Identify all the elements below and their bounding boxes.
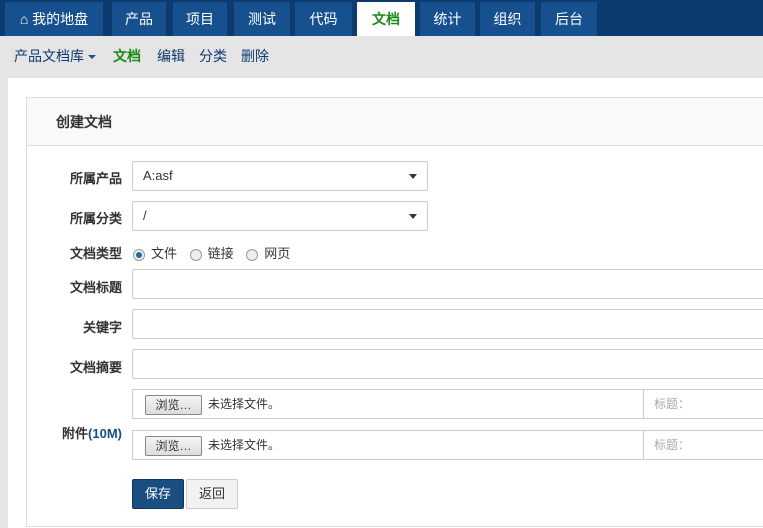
radio-page[interactable]: 网页: [245, 246, 290, 261]
sub-nav: 产品文档库 文档 编辑 分类 删除: [0, 36, 763, 76]
back-button[interactable]: 返回: [186, 479, 239, 509]
subnav-doc[interactable]: 文档: [113, 36, 141, 76]
browse-button[interactable]: 浏览…: [145, 395, 202, 415]
subnav-category[interactable]: 分类: [199, 36, 227, 76]
chevron-down-icon: [409, 174, 417, 179]
file-status: 未选择文件。: [208, 397, 281, 411]
category-label: 所属分类: [69, 211, 122, 226]
file-status: 未选择文件。: [208, 438, 281, 452]
radio-link[interactable]: 链接: [189, 246, 234, 261]
save-button[interactable]: 保存: [132, 479, 185, 509]
tab-test[interactable]: 测试: [234, 2, 290, 36]
summary-input[interactable]: [132, 349, 763, 379]
file-row: 浏览… 未选择文件。 标题：: [132, 430, 763, 460]
tab-project[interactable]: 项目: [173, 2, 227, 36]
browse-button[interactable]: 浏览…: [145, 436, 202, 456]
tab-product[interactable]: 产品: [112, 2, 166, 36]
tab-org[interactable]: 组织: [480, 2, 535, 36]
radio-file[interactable]: 文件: [132, 246, 177, 261]
title-label: 文档标题: [69, 280, 122, 295]
tab-doc[interactable]: 文档: [357, 2, 415, 36]
subnav-edit[interactable]: 编辑: [157, 36, 185, 76]
tab-admin[interactable]: 后台: [541, 2, 597, 36]
keywords-label: 关键字: [82, 320, 122, 335]
file-title-input[interactable]: 标题：: [643, 390, 763, 418]
category-select[interactable]: /: [132, 201, 428, 231]
tab-stats[interactable]: 统计: [420, 2, 475, 36]
title-input[interactable]: [132, 269, 763, 299]
subnav-delete[interactable]: 删除: [241, 36, 269, 76]
keywords-input[interactable]: [132, 309, 763, 339]
type-label: 文档类型: [69, 246, 122, 261]
home-icon: ⌂: [19, 11, 33, 27]
tab-my[interactable]: ⌂ 我的地盘: [5, 2, 103, 36]
library-dropdown[interactable]: 产品文档库: [14, 36, 96, 76]
tab-code[interactable]: 代码: [295, 2, 352, 36]
product-select[interactable]: A:asf: [132, 161, 428, 191]
product-label: 所属产品: [69, 171, 122, 186]
caret-down-icon: [88, 55, 96, 60]
chevron-down-icon: [409, 214, 417, 219]
page-title: 创建文档: [27, 98, 763, 146]
main-nav: ⌂ 我的地盘 产品 项目 测试 代码 文档 统计 组织 后台: [0, 0, 763, 36]
file-title-input[interactable]: 标题：: [643, 431, 763, 459]
doc-type-radios: 文件 链接 网页: [132, 243, 290, 262]
summary-label: 文档摘要: [69, 360, 122, 375]
attach-label: 附件(10M): [62, 426, 122, 441]
file-row: 浏览… 未选择文件。 标题：: [132, 389, 763, 419]
